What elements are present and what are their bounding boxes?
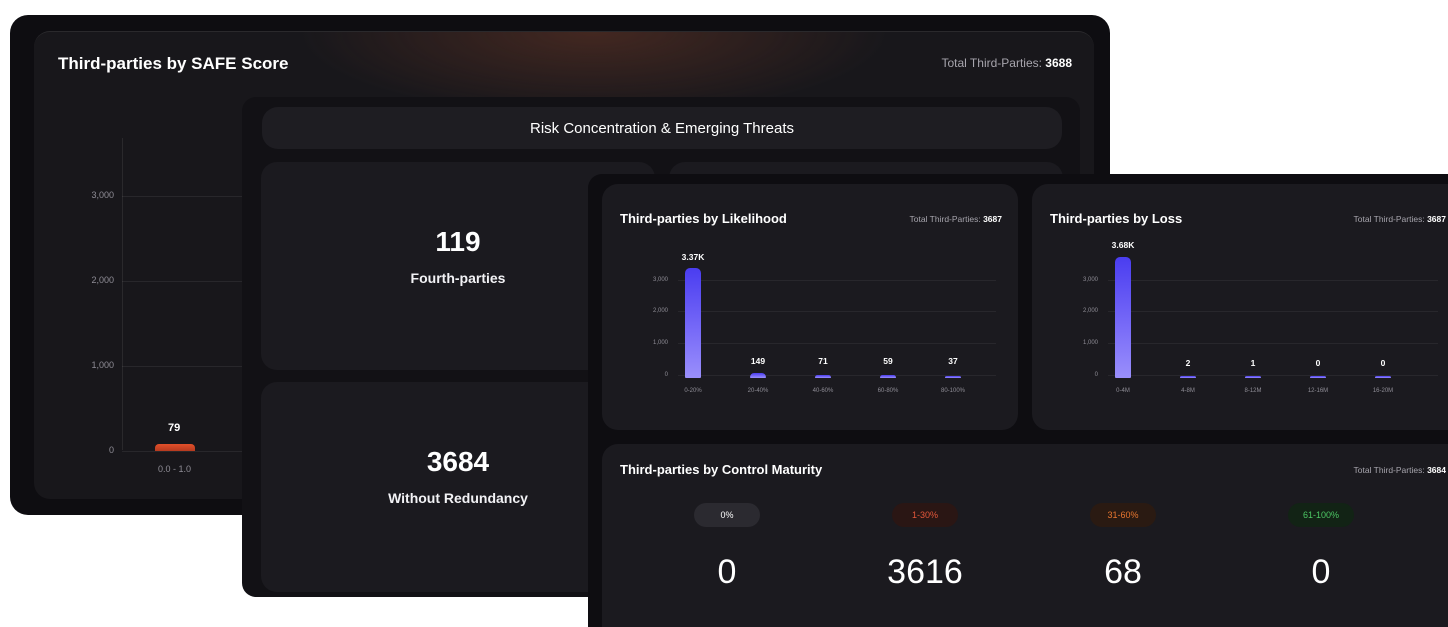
likelihood-bar[interactable] (750, 373, 766, 378)
likelihood-xlabel: 60-80% (877, 388, 899, 394)
safe-score-xlabel: 0.0 - 1.0 (158, 464, 192, 474)
likelihood-bar-label: 37 (948, 356, 958, 366)
likelihood-bar[interactable] (685, 268, 701, 378)
maturity-column-2[interactable]: 31-60% 68 (1043, 503, 1203, 592)
safe-score-title: Third-parties by SAFE Score (58, 54, 289, 73)
safe-score-total: Total Third-Parties: 3688 (941, 56, 1072, 70)
likelihood-ytick: 0 (664, 372, 668, 378)
control-maturity-total-label: Total Third-Parties: (1353, 465, 1425, 475)
likelihood-bar[interactable] (945, 376, 961, 378)
control-maturity-title: Third-parties by Control Maturity (620, 462, 823, 477)
loss-bar-label: 2 (1185, 358, 1191, 368)
loss-ytick: 3,000 (1082, 277, 1098, 283)
risk-concentration-header: Risk Concentration & Emerging Threats (262, 107, 1062, 149)
safe-score-bar[interactable] (155, 444, 195, 451)
safe-score-y-axis (122, 138, 123, 450)
loss-bar[interactable] (1245, 376, 1261, 378)
likelihood-xlabel: 80-100% (940, 388, 966, 394)
likelihood-bar-label: 59 (883, 356, 893, 366)
loss-bar[interactable] (1115, 257, 1131, 378)
maturity-column-0[interactable]: 0% 0 (647, 503, 807, 592)
maturity-value: 3616 (887, 553, 963, 591)
safe-score-ytick: 3,000 (91, 190, 114, 200)
loss-xlabel: 8-12M (1244, 388, 1262, 394)
loss-ytick: 0 (1094, 372, 1098, 378)
loss-bar-label: 3.68K (1111, 240, 1135, 250)
maturity-pill: 31-60% (1090, 503, 1156, 527)
likelihood-bar[interactable] (880, 375, 896, 378)
likelihood-bar[interactable] (815, 375, 831, 378)
safe-score-bar-label: 79 (168, 422, 181, 434)
likelihood-ytick: 1,000 (652, 340, 668, 346)
likelihood-total-label: Total Third-Parties: (909, 214, 981, 224)
loss-xlabel: 4-8M (1181, 388, 1195, 394)
likelihood-total-value: 3687 (983, 214, 1002, 224)
loss-bar-label: 1 (1250, 358, 1256, 368)
likelihood-title: Third-parties by Likelihood (620, 211, 787, 226)
likelihood-card: Third-parties by Likelihood Total Third-… (602, 184, 1018, 430)
maturity-column-3[interactable]: 61-100% 0 (1241, 503, 1401, 592)
safe-score-total-label: Total Third-Parties: (941, 56, 1042, 70)
loss-xlabel: 0-4M (1116, 388, 1130, 394)
loss-ytick: 1,000 (1082, 340, 1098, 346)
maturity-value: 0 (717, 553, 737, 591)
analytics-panel: Third-parties by Likelihood Total Third-… (588, 174, 1448, 627)
likelihood-bar-label: 71 (818, 356, 828, 366)
likelihood-xlabel: 40-60% (812, 388, 834, 394)
likelihood-xlabel: 0-20% (684, 388, 702, 394)
likelihood-bar-label: 149 (750, 356, 766, 366)
loss-xlabel: 12-16M (1307, 388, 1329, 394)
control-maturity-card: Third-parties by Control Maturity Total … (602, 444, 1448, 627)
likelihood-bar-label: 3.37K (681, 252, 705, 262)
control-maturity-total-value: 3684 (1427, 465, 1446, 475)
loss-gridline (1108, 343, 1438, 344)
likelihood-gridline (678, 280, 996, 281)
likelihood-gridline (678, 311, 996, 312)
maturity-value: 68 (1104, 553, 1142, 591)
likelihood-xlabel: 20-40% (747, 388, 769, 394)
loss-bar-label: 0 (1380, 358, 1386, 368)
loss-total: Total Third-Parties: 3687 (1354, 214, 1446, 224)
loss-gridline (1108, 280, 1438, 281)
loss-bar-label: 0 (1315, 358, 1321, 368)
safe-score-ytick: 2,000 (91, 275, 114, 285)
loss-bar[interactable] (1310, 376, 1326, 378)
safe-score-ytick: 1,000 (91, 360, 114, 370)
likelihood-ytick: 2,000 (652, 308, 668, 314)
loss-bar[interactable] (1180, 376, 1196, 378)
maturity-pill: 61-100% (1288, 503, 1354, 527)
maturity-pill: 1-30% (892, 503, 958, 527)
control-maturity-total: Total Third-Parties: 3684 (1354, 465, 1446, 475)
loss-total-value: 3687 (1427, 214, 1446, 224)
safe-score-ytick: 0 (108, 445, 114, 455)
maturity-pill: 0% (694, 503, 760, 527)
loss-total-label: Total Third-Parties: (1353, 214, 1425, 224)
safe-score-total-value: 3688 (1045, 56, 1072, 70)
loss-xlabel: 16-20M (1372, 388, 1394, 394)
loss-bar[interactable] (1375, 376, 1391, 378)
loss-card: Third-parties by Loss Total Third-Partie… (1032, 184, 1448, 430)
maturity-column-1[interactable]: 1-30% 3616 (845, 503, 1005, 592)
loss-gridline (1108, 311, 1438, 312)
maturity-value: 0 (1311, 553, 1331, 591)
likelihood-gridline (678, 343, 996, 344)
likelihood-ytick: 3,000 (652, 277, 668, 283)
likelihood-total: Total Third-Parties: 3687 (910, 214, 1002, 224)
loss-title: Third-parties by Loss (1050, 211, 1183, 226)
loss-ytick: 2,000 (1082, 308, 1098, 314)
